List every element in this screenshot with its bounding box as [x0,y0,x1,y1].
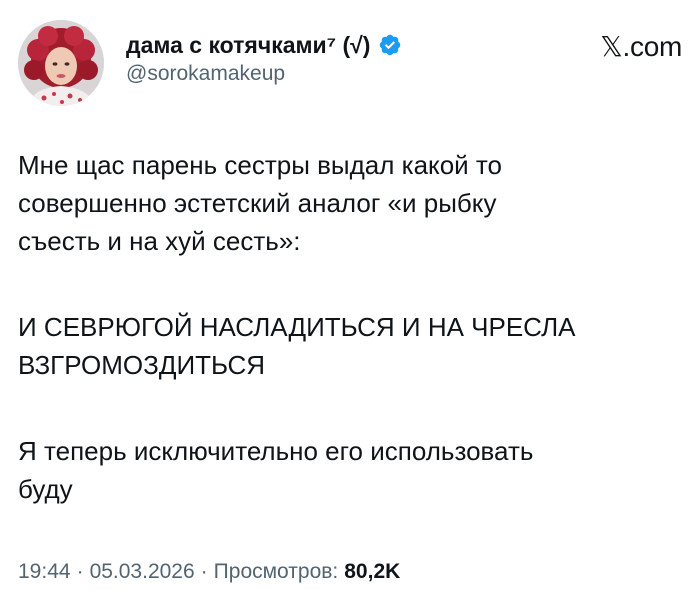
author-handle[interactable]: @sorokamakeup [126,62,402,86]
views-label: Просмотров: [213,560,339,583]
tweet-date[interactable]: 05.03.2026 [90,560,195,584]
avatar[interactable] [18,20,104,106]
display-name-row: дама с котячками⁷ (√) [126,30,402,60]
x-brand: 𝕏.com [599,30,682,62]
meta-separator: · [76,560,84,583]
tweet-paragraph: Мне щас парень сестры выдал какой то сов… [18,150,502,256]
tweet-time[interactable]: 19:44 [18,560,71,584]
tweet-header: дама с котячками⁷ (√) @sorokamakeup 𝕏.co… [18,20,682,106]
tweet-meta: 19:44 · 05.03.2026 · Просмотров: 80,2K [18,560,400,584]
avatar-image [18,20,104,106]
tweet-card: дама с котячками⁷ (√) @sorokamakeup 𝕏.co… [0,0,700,605]
views-count[interactable]: 80,2K [344,560,400,584]
meta-separator: · [200,560,208,583]
tweet-paragraph: Я теперь исключительно его использовать … [18,436,534,504]
tweet-paragraph: И СЕВРЮГОЙ НАСЛАДИТЬСЯ И НА ЧРЕСЛА ВЗГРО… [18,312,576,380]
verified-badge-icon [378,33,402,57]
display-name[interactable]: дама с котячками⁷ (√) [126,32,370,59]
x-domain-label: 𝕏.com [600,30,682,62]
author-names: дама с котячками⁷ (√) @sorokamakeup [126,30,402,86]
